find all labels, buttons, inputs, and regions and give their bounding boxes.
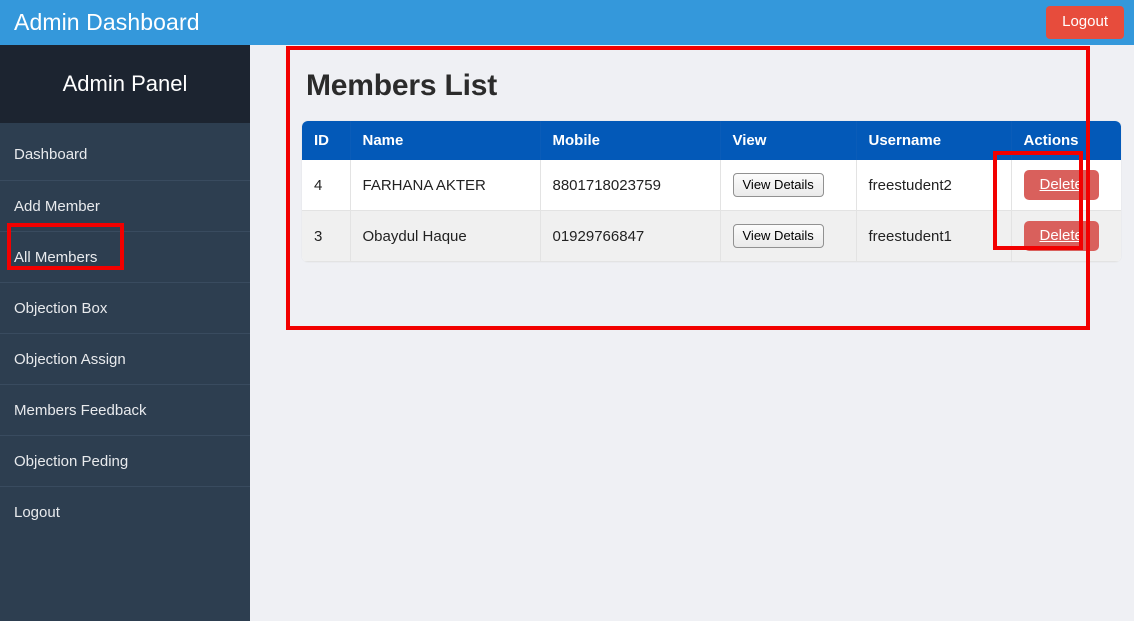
cell-mobile: 8801718023759 [540, 160, 721, 211]
cell-id: 3 [302, 210, 351, 262]
cell-username: freestudent1 [856, 210, 1012, 262]
cell-username: freestudent2 [856, 160, 1012, 211]
sidebar-item-label: All Members [14, 248, 98, 266]
sidebar-title: Admin Panel [0, 45, 250, 123]
cell-actions: Delete [1011, 210, 1121, 262]
sidebar-nav: Admin Panel Dashboard Add Member All Mem… [0, 45, 250, 621]
sidebar-item-label: Objection Assign [14, 350, 126, 368]
view-details-button[interactable]: View Details [732, 172, 824, 198]
admin-dashboard-page: Admin Dashboard Logout Admin Panel Dashb… [0, 0, 1134, 621]
table-header-row: ID Name Mobile View Username Actions [302, 121, 1121, 160]
column-header-name: Name [350, 121, 541, 160]
members-table: ID Name Mobile View Username Actions 4 F… [302, 121, 1121, 262]
cell-view: View Details [720, 210, 857, 262]
table-row: 3 Obaydul Haque 01929766847 View Details… [302, 210, 1121, 262]
cell-name: FARHANA AKTER [350, 160, 541, 211]
column-header-actions: Actions [1011, 121, 1121, 160]
top-header-bar: Admin Dashboard Logout [0, 0, 1134, 45]
sidebar-item-label: Add Member [14, 197, 100, 215]
sidebar-item-add-member[interactable]: Add Member [0, 180, 250, 231]
sidebar-item-label: Objection Box [14, 299, 108, 317]
header-logout-button[interactable]: Logout [1046, 6, 1124, 39]
sidebar-item-members-feedback[interactable]: Members Feedback [0, 384, 250, 435]
sidebar-item-label: Objection Peding [14, 452, 129, 470]
members-table-container: ID Name Mobile View Username Actions 4 F… [302, 121, 1121, 262]
sidebar-item-dashboard[interactable]: Dashboard [0, 129, 250, 180]
sidebar-item-label: Logout [14, 503, 60, 521]
sidebar-item-label: Dashboard [14, 146, 88, 163]
sidebar-item-logout[interactable]: Logout [0, 486, 250, 537]
view-details-button[interactable]: View Details [732, 223, 824, 249]
column-header-username: Username [856, 121, 1012, 160]
sidebar-item-label: Members Feedback [14, 401, 147, 419]
delete-button[interactable]: Delete [1023, 170, 1099, 200]
page-brand-title: Admin Dashboard [14, 9, 200, 35]
delete-button[interactable]: Delete [1023, 221, 1099, 251]
cell-mobile: 01929766847 [540, 210, 721, 262]
cell-name: Obaydul Haque [350, 210, 541, 262]
sidebar-item-objection-box[interactable]: Objection Box [0, 282, 250, 333]
cell-id: 4 [302, 160, 351, 211]
members-table-body: 4 FARHANA AKTER 8801718023759 View Detai… [302, 160, 1121, 262]
sidebar-menu-list: Dashboard Add Member All Members Objecti… [0, 123, 250, 537]
members-table-head: ID Name Mobile View Username Actions [302, 121, 1121, 160]
sidebar-item-objection-peding[interactable]: Objection Peding [0, 435, 250, 486]
main-content-area: Members List ID Name Mobile View Usernam… [250, 45, 1134, 621]
cell-actions: Delete [1011, 160, 1121, 211]
sidebar-item-all-members[interactable]: All Members [0, 231, 250, 282]
members-list-card: Members List ID Name Mobile View Usernam… [294, 53, 1121, 262]
column-header-view: View [720, 121, 857, 160]
column-header-mobile: Mobile [540, 121, 721, 160]
sidebar-item-objection-assign[interactable]: Objection Assign [0, 333, 250, 384]
page-title: Members List [306, 69, 497, 102]
cell-view: View Details [720, 160, 857, 211]
column-header-id: ID [302, 121, 351, 160]
table-row: 4 FARHANA AKTER 8801718023759 View Detai… [302, 160, 1121, 211]
